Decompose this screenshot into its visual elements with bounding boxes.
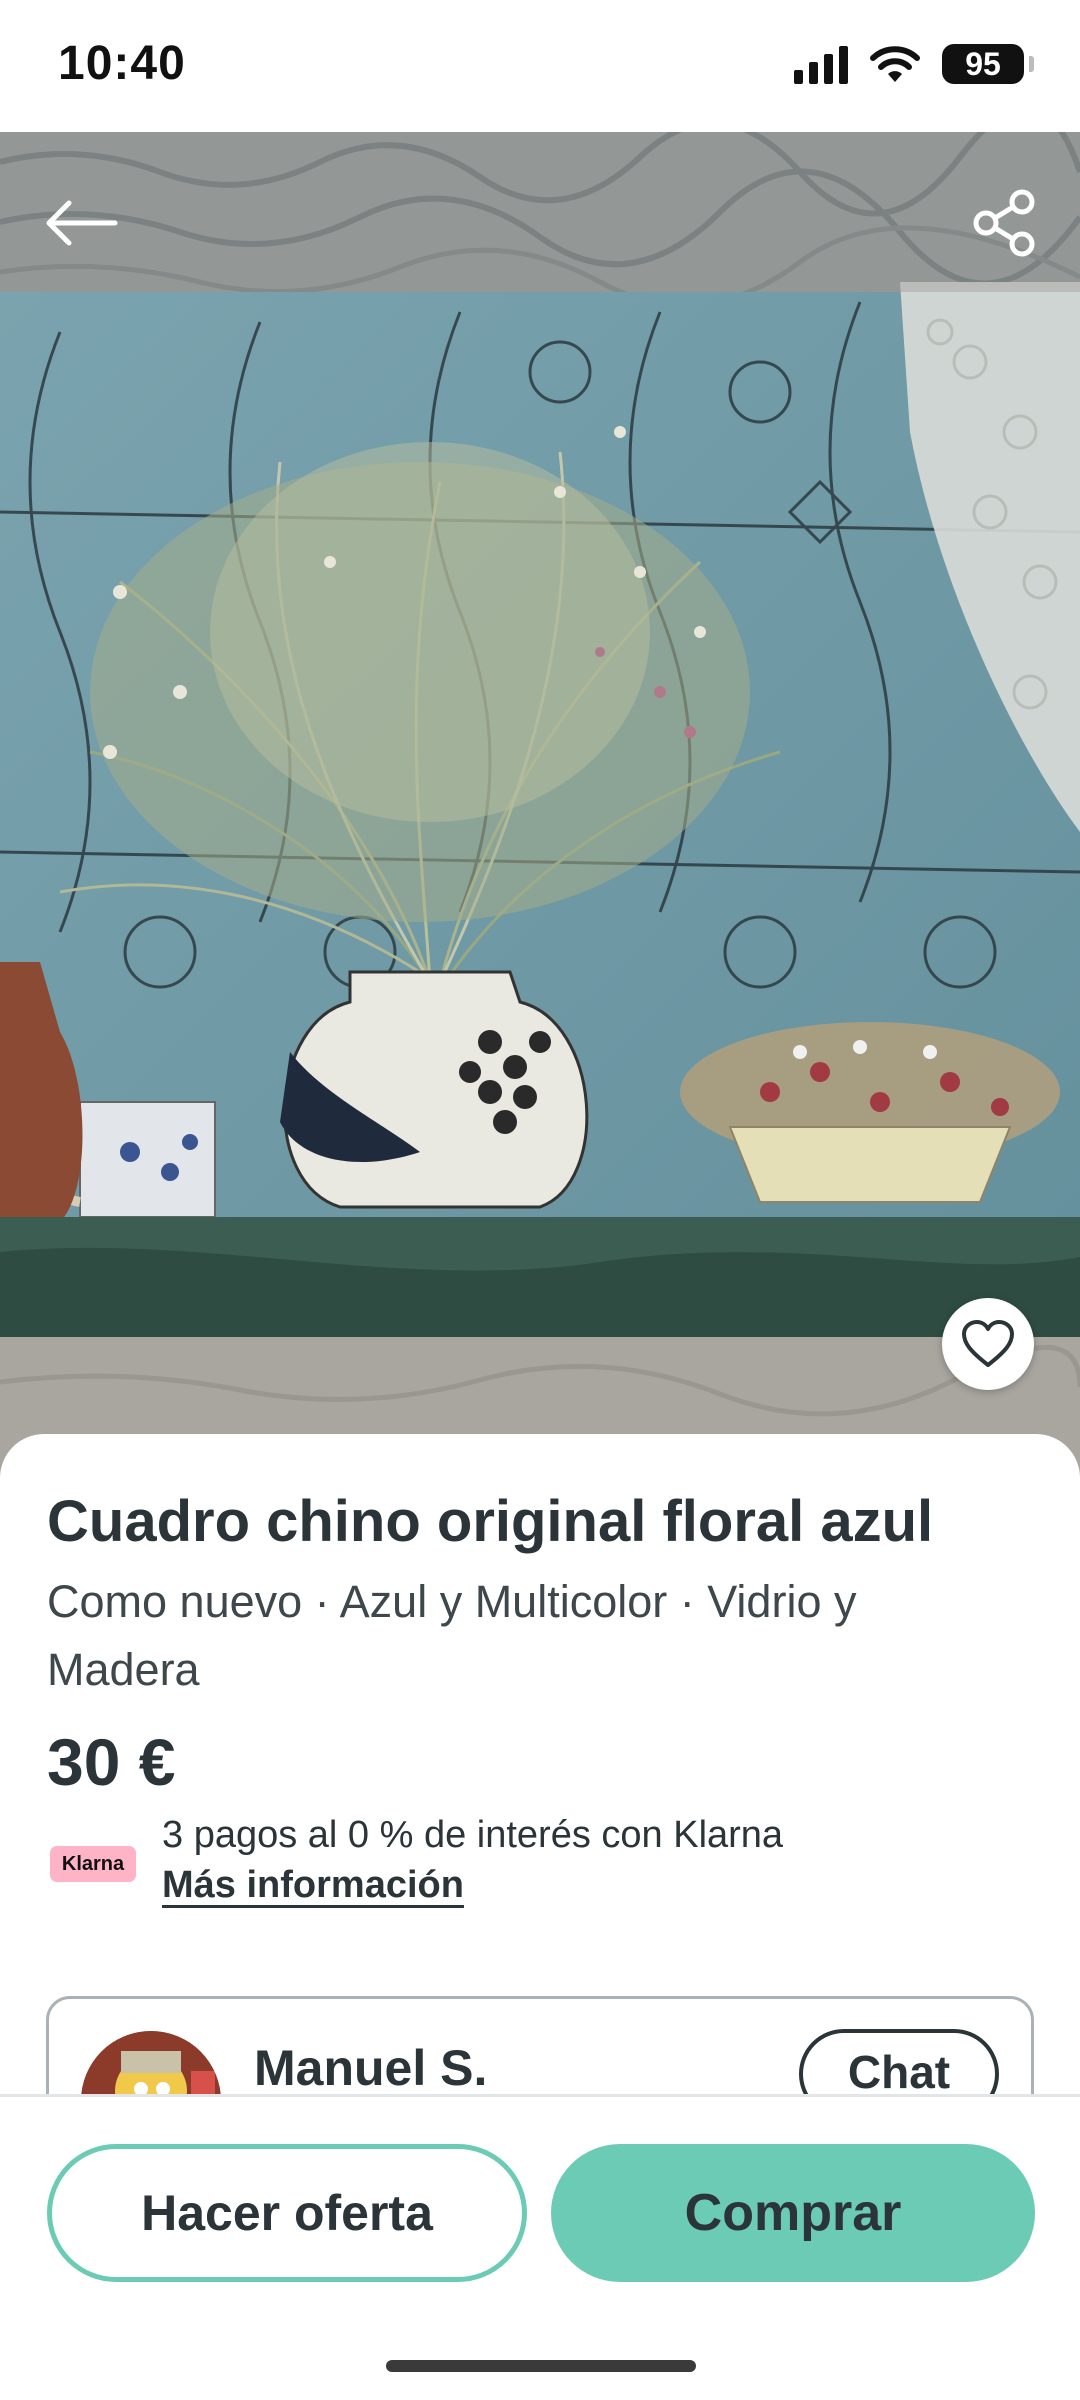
- status-bar: 10:40 95: [0, 0, 1080, 132]
- arrow-left-icon: [46, 200, 118, 246]
- wifi-icon: [870, 46, 920, 82]
- make-offer-button[interactable]: Hacer oferta: [47, 2144, 527, 2282]
- favorite-button[interactable]: [942, 1298, 1034, 1390]
- klarna-payment-text: 3 pagos al 0 % de interés con Klarna: [162, 1814, 784, 1856]
- status-icons: 95: [794, 42, 1034, 86]
- home-indicator[interactable]: [386, 2360, 696, 2372]
- heart-icon: [962, 1320, 1014, 1367]
- product-photo[interactable]: [0, 132, 1080, 1482]
- cellular-signal-icon: [794, 44, 848, 84]
- listing-subtitle: Como nuevo · Azul y Multicolor · Vidrio …: [47, 1576, 857, 1695]
- battery-icon: 95: [942, 44, 1034, 84]
- listing-title: Cuadro chino original floral azul: [47, 1489, 934, 1554]
- listing-price: 30 €: [47, 1725, 176, 1799]
- status-time: 10:40: [58, 37, 186, 90]
- seller-name: Manuel S.: [254, 2040, 488, 2096]
- share-icon: [973, 189, 1035, 257]
- klarna-more-info-link[interactable]: Más información: [162, 1864, 464, 1907]
- back-button[interactable]: [36, 178, 126, 268]
- klarna-logo: Klarna: [50, 1846, 136, 1882]
- buy-button[interactable]: Comprar: [551, 2144, 1035, 2282]
- share-button[interactable]: [960, 178, 1050, 268]
